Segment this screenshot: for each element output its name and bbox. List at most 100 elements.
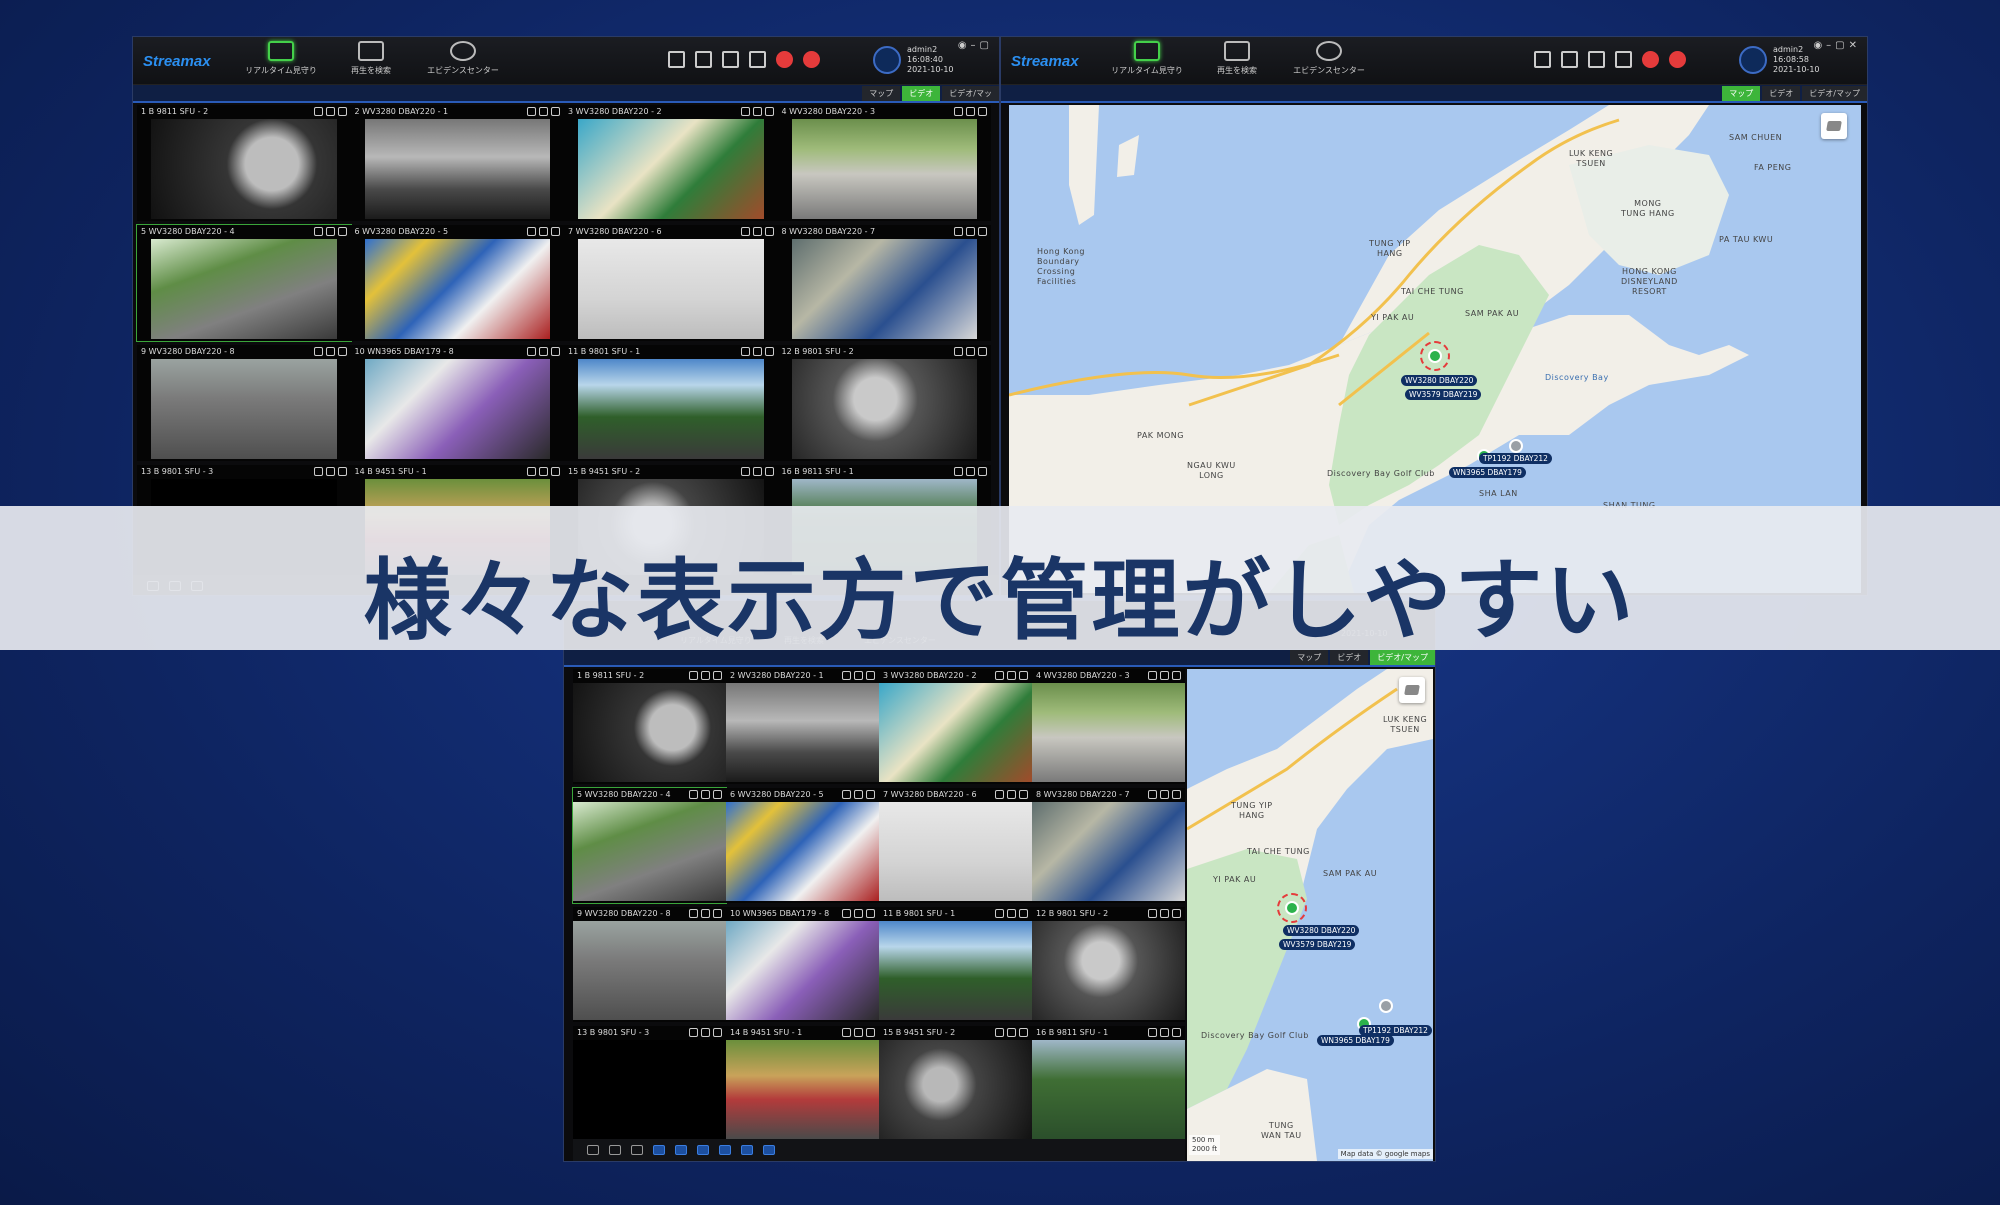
list-icon[interactable] bbox=[668, 51, 685, 68]
record-icon[interactable] bbox=[631, 1145, 643, 1155]
vehicle-label[interactable]: WN3965 DBAY179 bbox=[1449, 467, 1526, 478]
zoom-icon[interactable] bbox=[866, 1028, 875, 1037]
zoom-icon[interactable] bbox=[866, 909, 875, 918]
video-feed[interactable] bbox=[791, 239, 977, 339]
fullscreen-icon[interactable] bbox=[1160, 909, 1169, 918]
video-feed[interactable] bbox=[726, 921, 879, 1020]
video-feed[interactable] bbox=[1032, 1040, 1185, 1139]
snapshot-icon[interactable] bbox=[842, 909, 851, 918]
video-feed[interactable] bbox=[791, 359, 977, 459]
snapshot-icon[interactable] bbox=[995, 671, 1004, 680]
snapshot-icon[interactable] bbox=[842, 1028, 851, 1037]
zoom-icon[interactable] bbox=[978, 347, 987, 356]
snapshot-icon[interactable] bbox=[842, 671, 851, 680]
report-icon[interactable] bbox=[722, 51, 739, 68]
vehicle-label[interactable]: WV3280 DBAY220 bbox=[1283, 925, 1360, 936]
snapshot-icon[interactable] bbox=[740, 107, 750, 116]
video-cell[interactable]: 6 WV3280 DBAY220 - 5 bbox=[350, 225, 564, 341]
vehicle-label[interactable]: WV3579 DBAY219 bbox=[1405, 389, 1482, 400]
fullscreen-icon[interactable] bbox=[1007, 671, 1016, 680]
video-feed[interactable] bbox=[879, 1040, 1032, 1139]
video-cell-selected[interactable]: 5 WV3280 DBAY220 - 4 bbox=[136, 224, 352, 342]
snapshot-icon[interactable] bbox=[689, 1028, 698, 1037]
nav-realtime[interactable]: リアルタイム見守り bbox=[231, 41, 331, 83]
fullscreen-icon[interactable] bbox=[1007, 790, 1016, 799]
vehicle-label[interactable]: WV3579 DBAY219 bbox=[1279, 939, 1356, 950]
snapshot-icon[interactable] bbox=[527, 227, 536, 236]
video-feed[interactable] bbox=[573, 683, 726, 782]
video-cell[interactable]: 7 WV3280 DBAY220 - 6 bbox=[879, 788, 1032, 903]
video-cell[interactable]: 9 WV3280 DBAY220 - 8 bbox=[573, 907, 726, 1022]
bell-alert-icon[interactable] bbox=[803, 51, 820, 68]
snapshot-icon[interactable] bbox=[313, 107, 323, 116]
zoom-icon[interactable] bbox=[764, 467, 774, 476]
fullscreen-icon[interactable] bbox=[701, 790, 710, 799]
video-feed[interactable] bbox=[364, 359, 550, 459]
nav-evidence[interactable]: エビデンスセンター bbox=[1279, 41, 1379, 83]
bell-alert-icon[interactable] bbox=[1669, 51, 1686, 68]
snapshot-icon[interactable] bbox=[740, 467, 750, 476]
video-feed[interactable] bbox=[726, 683, 879, 782]
snapshot-icon[interactable] bbox=[842, 790, 851, 799]
zoom-icon[interactable] bbox=[1172, 909, 1181, 918]
zoom-icon[interactable] bbox=[337, 227, 347, 236]
fullscreen-icon[interactable] bbox=[1007, 909, 1016, 918]
video-feed[interactable] bbox=[726, 1040, 879, 1139]
snapshot-icon[interactable] bbox=[313, 227, 323, 236]
video-cell[interactable]: 12 B 9801 SFU - 2 bbox=[1032, 907, 1185, 1022]
tab-video[interactable]: ビデオ bbox=[902, 86, 941, 101]
fullscreen-icon[interactable] bbox=[701, 1028, 710, 1037]
fullscreen-icon[interactable] bbox=[854, 1028, 863, 1037]
video-feed[interactable] bbox=[151, 119, 337, 219]
video-cell[interactable]: 11 B 9801 SFU - 1 bbox=[879, 907, 1032, 1022]
zoom-icon[interactable] bbox=[978, 227, 987, 236]
map-layers-button[interactable] bbox=[1821, 113, 1847, 139]
snapshot-icon[interactable] bbox=[1148, 671, 1157, 680]
video-feed[interactable] bbox=[1032, 921, 1185, 1020]
video-feed[interactable] bbox=[1032, 683, 1185, 782]
zoom-icon[interactable] bbox=[713, 1028, 722, 1037]
layout-8-icon[interactable] bbox=[719, 1145, 731, 1155]
zoom-icon[interactable] bbox=[337, 467, 347, 476]
download-alert-icon[interactable] bbox=[776, 51, 793, 68]
snapshot-icon[interactable] bbox=[995, 909, 1004, 918]
report-icon[interactable] bbox=[1588, 51, 1605, 68]
layout-4-icon[interactable] bbox=[675, 1145, 687, 1155]
video-cell[interactable]: 10 WN3965 DBAY179 - 8 bbox=[350, 345, 564, 461]
snapshot-icon[interactable] bbox=[527, 467, 536, 476]
video-cell[interactable]: 3 WV3280 DBAY220 - 2 bbox=[879, 669, 1032, 784]
zoom-icon[interactable] bbox=[764, 107, 774, 116]
snapshot-icon[interactable] bbox=[527, 347, 536, 356]
video-feed[interactable] bbox=[151, 239, 337, 339]
video-feed[interactable] bbox=[573, 802, 726, 901]
fullscreen-icon[interactable] bbox=[752, 227, 762, 236]
zoom-icon[interactable] bbox=[764, 227, 774, 236]
video-cell[interactable]: 3 WV3280 DBAY220 - 2 bbox=[564, 105, 778, 221]
nav-playback[interactable]: 再生を検索 bbox=[1187, 41, 1287, 83]
vehicle-marker-icon[interactable] bbox=[1509, 439, 1523, 453]
nav-evidence[interactable]: エビデンスセンター bbox=[413, 41, 513, 83]
video-cell[interactable]: 2 WV3280 DBAY220 - 1 bbox=[726, 669, 879, 784]
video-feed[interactable] bbox=[578, 359, 764, 459]
zoom-icon[interactable] bbox=[551, 347, 560, 356]
video-cell[interactable]: 8 WV3280 DBAY220 - 7 bbox=[1032, 788, 1185, 903]
video-cell-selected[interactable]: 5 WV3280 DBAY220 - 4 bbox=[572, 787, 727, 904]
fullscreen-icon[interactable] bbox=[752, 107, 762, 116]
camera-icon[interactable] bbox=[609, 1145, 621, 1155]
video-cell[interactable]: 6 WV3280 DBAY220 - 5 bbox=[726, 788, 879, 903]
video-cell[interactable]: 4 WV3280 DBAY220 - 3 bbox=[1032, 669, 1185, 784]
snapshot-icon[interactable] bbox=[689, 790, 698, 799]
window-controls[interactable]: ◉–▢ bbox=[958, 40, 993, 51]
snapshot-icon[interactable] bbox=[995, 1028, 1004, 1037]
storage-icon[interactable] bbox=[749, 51, 766, 68]
zoom-icon[interactable] bbox=[1019, 790, 1028, 799]
zoom-icon[interactable] bbox=[337, 107, 347, 116]
layout-16-icon[interactable] bbox=[763, 1145, 775, 1155]
fullscreen-icon[interactable] bbox=[539, 347, 548, 356]
video-cell[interactable]: 2 WV3280 DBAY220 - 1 bbox=[350, 105, 564, 221]
zoom-icon[interactable] bbox=[1172, 671, 1181, 680]
fullscreen-icon[interactable] bbox=[701, 671, 710, 680]
snapshot-icon[interactable] bbox=[995, 790, 1004, 799]
vehicle-marker-icon[interactable] bbox=[1379, 999, 1393, 1013]
snapshot-icon[interactable] bbox=[1148, 790, 1157, 799]
